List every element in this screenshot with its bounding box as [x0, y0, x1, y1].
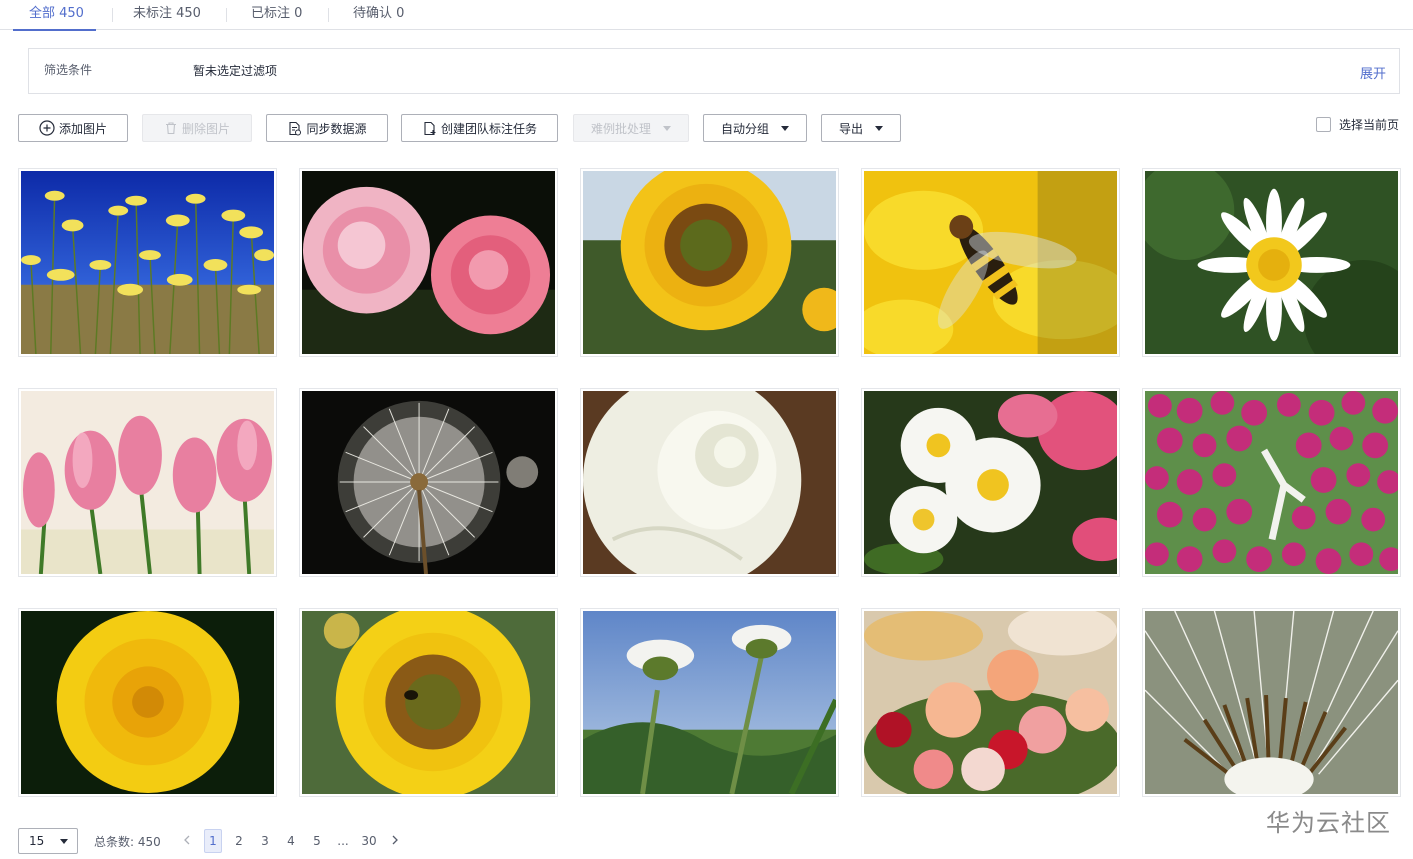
image-thumbnail — [302, 171, 555, 354]
tab-separator — [226, 8, 227, 22]
image-card-white-daisy[interactable] — [1142, 168, 1401, 357]
total-count: 总条数: 450 — [94, 835, 161, 849]
chevron-down-icon — [60, 839, 68, 844]
hard-example-dropdown[interactable]: 难例批处理 — [573, 114, 689, 142]
page-size-select[interactable]: 15 — [18, 828, 78, 854]
image-card-wild-roses[interactable] — [861, 388, 1120, 577]
image-thumbnail — [21, 611, 274, 794]
sync-source-button[interactable]: 同步数据源 — [266, 114, 388, 142]
pagination: 1 2 3 4 5 ... 30 — [174, 828, 408, 854]
tab-separator — [112, 8, 113, 22]
select-current-page[interactable]: 选择当前页 — [1316, 116, 1399, 133]
image-thumbnail — [21, 171, 274, 354]
chevron-down-icon — [781, 125, 789, 131]
image-card-dandelion-seedhead[interactable] — [299, 388, 558, 577]
chevron-down-icon — [663, 125, 671, 131]
image-card-bee-dandelion[interactable] — [861, 168, 1120, 357]
image-thumbnail — [302, 391, 555, 574]
image-card-yellow-dandelion[interactable] — [18, 608, 277, 797]
image-thumbnail — [583, 611, 836, 794]
filter-panel: 筛选条件 暂未选定过滤项 展开 — [28, 48, 1400, 94]
filter-label: 筛选条件 — [44, 63, 93, 77]
filter-value: 暂未选定过滤项 — [193, 64, 278, 78]
page-size-value: 15 — [29, 834, 45, 848]
image-card-yellow-daisies[interactable] — [18, 168, 277, 357]
page-4[interactable]: 4 — [282, 829, 300, 853]
image-card-sunflower-bee[interactable] — [299, 608, 558, 797]
sync-document-icon — [289, 121, 302, 135]
create-team-task-label: 创建团队标注任务 — [440, 121, 537, 136]
image-card-dandelion-closeup[interactable] — [1142, 608, 1401, 797]
image-thumbnail — [1145, 611, 1398, 794]
select-page-label: 选择当前页 — [1339, 118, 1400, 132]
image-thumbnail — [864, 611, 1117, 794]
page-2[interactable]: 2 — [230, 829, 248, 853]
next-page-icon[interactable] — [386, 829, 404, 853]
status-tabs: 全部 450 未标注 450 已标注 0 待确认 0 — [0, 0, 1413, 31]
image-thumbnail — [864, 391, 1117, 574]
image-thumbnail — [583, 391, 836, 574]
tab-unlabeled[interactable]: 未标注 450 — [133, 0, 201, 30]
delete-image-button[interactable]: 删除图片 — [142, 114, 252, 142]
delete-image-label: 删除图片 — [181, 121, 230, 136]
image-card-pink-roses[interactable] — [299, 168, 558, 357]
filter-expand-link[interactable]: 展开 — [1360, 63, 1386, 82]
export-dropdown[interactable]: 导出 — [821, 114, 901, 142]
image-card-purple-tulips[interactable] — [1142, 388, 1401, 577]
image-thumbnail — [583, 171, 836, 354]
image-card-rose-bouquet[interactable] — [861, 608, 1120, 797]
add-image-label: 添加图片 — [58, 121, 107, 136]
select-page-checkbox[interactable] — [1316, 117, 1331, 132]
trash-icon — [165, 122, 176, 135]
watermark: 华为云社区 — [1266, 809, 1391, 837]
image-thumbnail — [21, 391, 274, 574]
auto-group-dropdown[interactable]: 自动分组 — [703, 114, 807, 142]
tab-pending[interactable]: 待确认 0 — [353, 0, 404, 30]
image-card-sunflower[interactable] — [580, 168, 839, 357]
plus-circle-icon — [39, 120, 55, 136]
image-thumbnail — [1145, 391, 1398, 574]
image-thumbnail — [302, 611, 555, 794]
page-30[interactable]: 30 — [360, 829, 378, 853]
image-thumbnail — [864, 171, 1117, 354]
export-label: 导出 — [838, 121, 863, 136]
create-team-task-button[interactable]: 创建团队标注任务 — [401, 114, 558, 142]
tab-all[interactable]: 全部 450 — [13, 0, 96, 31]
hard-example-label: 难例批处理 — [590, 121, 651, 136]
auto-group-label: 自动分组 — [720, 121, 769, 136]
tab-separator — [328, 8, 329, 22]
chevron-down-icon — [875, 125, 883, 131]
sync-source-label: 同步数据源 — [306, 121, 367, 136]
prev-page-icon[interactable] — [178, 829, 196, 853]
tab-labeled[interactable]: 已标注 0 — [251, 0, 302, 30]
image-card-white-rose[interactable] — [580, 388, 839, 577]
page-5[interactable]: 5 — [308, 829, 326, 853]
image-thumbnail — [1145, 171, 1398, 354]
image-card-pink-tulips[interactable] — [18, 388, 277, 577]
image-card-daisies-below[interactable] — [580, 608, 839, 797]
page-1[interactable]: 1 — [204, 829, 222, 853]
add-image-button[interactable]: 添加图片 — [18, 114, 128, 142]
document-add-icon — [424, 121, 436, 135]
page-3[interactable]: 3 — [256, 829, 274, 853]
page-ellipsis: ... — [337, 834, 349, 848]
